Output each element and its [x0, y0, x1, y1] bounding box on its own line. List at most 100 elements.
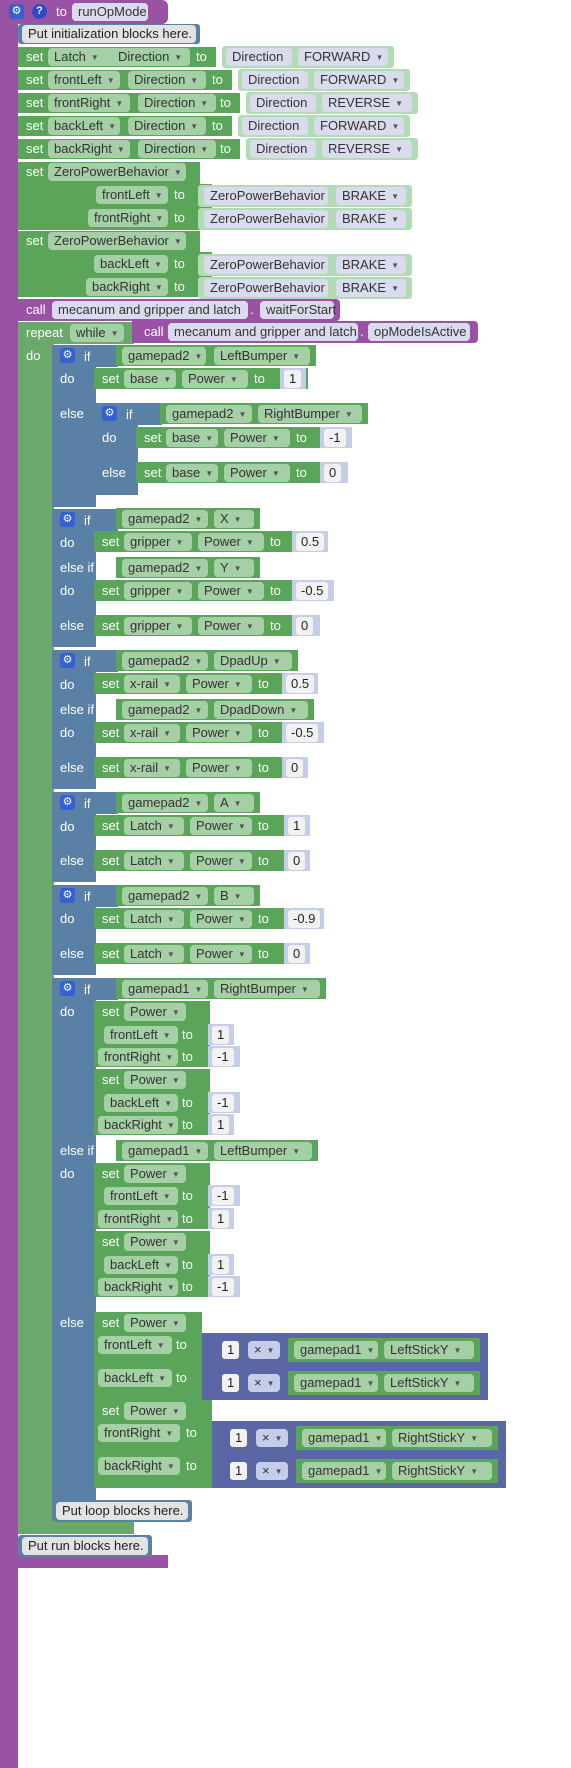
- motor-dropdown[interactable]: gripper ▼: [124, 582, 192, 600]
- zpb-value-dropdown[interactable]: BRAKE ▼: [336, 279, 406, 297]
- button-dropdown[interactable]: A ▼: [214, 794, 254, 812]
- motor-dropdown[interactable]: backRight ▼: [86, 278, 168, 296]
- motor-dropdown[interactable]: base ▼: [166, 464, 218, 482]
- motor-dropdown[interactable]: gripper ▼: [124, 533, 192, 551]
- number-value[interactable]: -1: [212, 1278, 234, 1296]
- button-dropdown[interactable]: B ▼: [214, 887, 254, 905]
- gamepad-dropdown[interactable]: gamepad2 ▼: [166, 405, 252, 423]
- motor-dropdown[interactable]: backLeft ▼: [48, 117, 120, 135]
- if-block[interactable]: [52, 978, 96, 1518]
- motor-dropdown[interactable]: Latch ▼: [124, 852, 184, 870]
- button-dropdown[interactable]: LeftBumper ▼: [214, 347, 310, 365]
- motor-dropdown[interactable]: Latch ▼: [48, 48, 120, 66]
- call-object[interactable]: mecanum and gripper and latch: [168, 323, 358, 341]
- number-value[interactable]: 1: [212, 1256, 230, 1274]
- gear-icon[interactable]: ⚙: [60, 348, 75, 363]
- call-method[interactable]: opModeIsActive: [368, 323, 470, 341]
- property-dropdown[interactable]: Power ▼: [124, 1071, 186, 1089]
- gamepad-dropdown[interactable]: gamepad2 ▼: [122, 559, 208, 577]
- motor-dropdown[interactable]: frontLeft ▼: [96, 186, 168, 204]
- number-value[interactable]: -1: [212, 1048, 234, 1066]
- motor-dropdown[interactable]: backLeft ▼: [104, 1094, 178, 1112]
- number-value[interactable]: -0.5: [286, 724, 319, 742]
- direction-value-dropdown[interactable]: REVERSE ▼: [322, 94, 412, 112]
- number-value[interactable]: -1: [212, 1187, 234, 1205]
- number-value[interactable]: 0.5: [286, 675, 315, 693]
- button-dropdown[interactable]: DpadUp ▼: [214, 652, 292, 670]
- gamepad-dropdown[interactable]: gamepad1 ▼: [294, 1374, 378, 1392]
- property-dropdown[interactable]: Power ▼: [186, 724, 252, 742]
- operator-dropdown[interactable]: × ▼: [248, 1341, 280, 1359]
- number-value[interactable]: 1: [222, 1374, 240, 1392]
- property-dropdown[interactable]: Direction ▼: [138, 94, 216, 112]
- direction-value-dropdown[interactable]: FORWARD ▼: [314, 71, 404, 89]
- gear-icon[interactable]: ⚙: [60, 512, 75, 527]
- property-dropdown[interactable]: Direction ▼: [128, 71, 206, 89]
- operator-dropdown[interactable]: × ▼: [256, 1462, 288, 1480]
- property-dropdown[interactable]: Direction ▼: [112, 48, 190, 66]
- button-dropdown[interactable]: RightBumper ▼: [214, 980, 320, 998]
- call-method[interactable]: waitForStart: [260, 301, 336, 319]
- motor-dropdown[interactable]: backLeft ▼: [104, 1256, 178, 1274]
- gamepad-dropdown[interactable]: gamepad2 ▼: [122, 887, 208, 905]
- gear-icon[interactable]: ⚙: [9, 4, 24, 19]
- property-dropdown[interactable]: Power ▼: [190, 852, 252, 870]
- motor-dropdown[interactable]: x-rail ▼: [124, 724, 180, 742]
- function-name-field[interactable]: runOpMode: [72, 3, 148, 21]
- property-dropdown[interactable]: Power ▼: [186, 675, 252, 693]
- motor-dropdown[interactable]: backRight ▼: [98, 1116, 178, 1134]
- direction-value-dropdown[interactable]: FORWARD ▼: [298, 48, 388, 66]
- call-object[interactable]: mecanum and gripper and latch: [52, 301, 248, 319]
- direction-value-dropdown[interactable]: FORWARD ▼: [314, 117, 404, 135]
- zpb-value-dropdown[interactable]: BRAKE ▼: [336, 256, 406, 274]
- gamepad-dropdown[interactable]: gamepad2 ▼: [122, 347, 206, 365]
- motor-dropdown[interactable]: frontRight ▼: [98, 1424, 180, 1442]
- stick-dropdown[interactable]: LeftStickY ▼: [384, 1341, 474, 1359]
- number-value[interactable]: 0: [286, 759, 304, 777]
- motor-dropdown[interactable]: backRight ▼: [98, 1278, 178, 1296]
- button-dropdown[interactable]: Y ▼: [214, 559, 254, 577]
- motor-dropdown[interactable]: Latch ▼: [124, 817, 184, 835]
- motor-dropdown[interactable]: frontRight ▼: [98, 1048, 178, 1066]
- number-value[interactable]: 1: [230, 1429, 248, 1447]
- gamepad-dropdown[interactable]: gamepad2 ▼: [122, 794, 208, 812]
- number-value[interactable]: 0: [288, 852, 306, 870]
- if-block[interactable]: [52, 345, 96, 507]
- gear-icon[interactable]: ⚙: [102, 406, 117, 421]
- motor-dropdown[interactable]: Latch ▼: [124, 910, 184, 928]
- number-value[interactable]: 1: [212, 1116, 230, 1134]
- motor-dropdown[interactable]: base ▼: [124, 370, 176, 388]
- motor-dropdown[interactable]: frontRight ▼: [88, 209, 168, 227]
- loop-comment-text[interactable]: Put loop blocks here.: [56, 1502, 188, 1520]
- number-value[interactable]: 0: [324, 464, 342, 482]
- motor-dropdown[interactable]: backLeft ▼: [94, 255, 168, 273]
- motor-dropdown[interactable]: backRight ▼: [98, 1457, 180, 1475]
- motor-dropdown[interactable]: Latch ▼: [124, 945, 184, 963]
- motor-dropdown[interactable]: frontLeft ▼: [104, 1026, 178, 1044]
- property-dropdown[interactable]: Power ▼: [182, 370, 248, 388]
- number-value[interactable]: 1: [222, 1341, 240, 1359]
- init-comment-text[interactable]: Put initialization blocks here.: [22, 25, 196, 43]
- number-value[interactable]: 1: [230, 1462, 248, 1480]
- gamepad-dropdown[interactable]: gamepad1 ▼: [122, 980, 208, 998]
- operator-dropdown[interactable]: × ▼: [256, 1429, 288, 1447]
- motor-dropdown[interactable]: frontLeft ▼: [104, 1187, 178, 1205]
- gamepad-dropdown[interactable]: gamepad1 ▼: [302, 1462, 386, 1480]
- motor-dropdown[interactable]: gripper ▼: [124, 617, 192, 635]
- repeat-mode-dropdown[interactable]: while ▼: [70, 324, 124, 342]
- gear-icon[interactable]: ⚙: [60, 653, 75, 668]
- gamepad-dropdown[interactable]: gamepad1 ▼: [294, 1341, 378, 1359]
- property-dropdown[interactable]: Power ▼: [124, 1233, 186, 1251]
- motor-dropdown[interactable]: backLeft ▼: [98, 1369, 172, 1387]
- property-dropdown[interactable]: Power ▼: [190, 910, 252, 928]
- button-dropdown[interactable]: DpadDown ▼: [214, 701, 308, 719]
- motor-dropdown[interactable]: frontRight ▼: [48, 94, 130, 112]
- gear-icon[interactable]: ⚙: [60, 795, 75, 810]
- number-value[interactable]: 1: [212, 1026, 230, 1044]
- motor-dropdown[interactable]: backRight ▼: [48, 140, 130, 158]
- gamepad-dropdown[interactable]: gamepad2 ▼: [122, 510, 208, 528]
- property-dropdown[interactable]: ZeroPowerBehavior ▼: [48, 232, 186, 250]
- gamepad-dropdown[interactable]: gamepad2 ▼: [122, 701, 208, 719]
- stick-dropdown[interactable]: RightStickY ▼: [392, 1429, 492, 1447]
- zpb-value-dropdown[interactable]: BRAKE ▼: [336, 210, 406, 228]
